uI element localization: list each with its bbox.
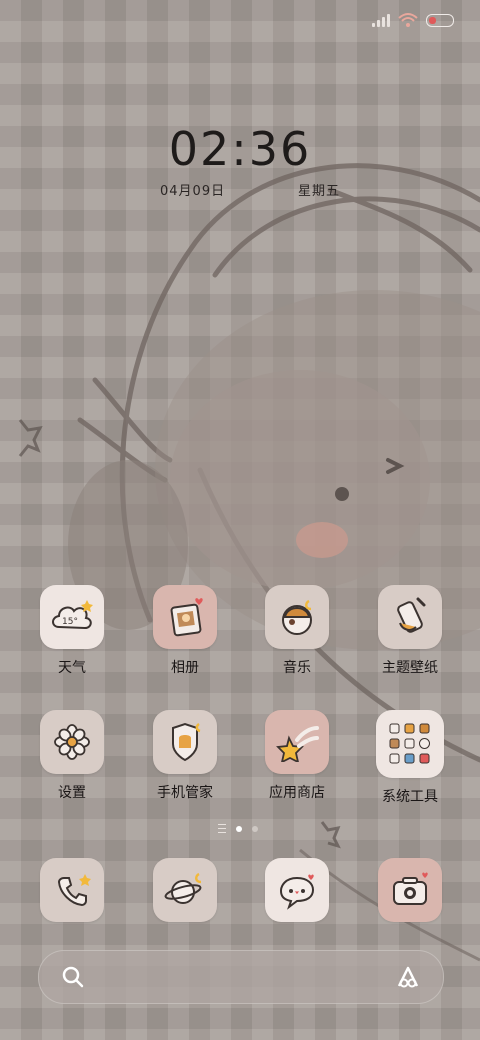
- weekday-label: 星期五: [297, 184, 340, 199]
- shooting-star-icon: [265, 710, 329, 774]
- app-label: 相册: [171, 660, 199, 676]
- assistant-icon[interactable]: [395, 964, 421, 990]
- music-icon: [265, 585, 329, 649]
- app-themes[interactable]: 主题壁纸: [355, 585, 465, 677]
- date-label: 04月09日: [160, 184, 226, 199]
- app-phone-manager[interactable]: 手机管家: [130, 710, 240, 802]
- app-label: 应用商店: [269, 785, 325, 801]
- weather-cloud-icon: 15°: [40, 585, 104, 649]
- shield-icon: [153, 710, 217, 774]
- battery-icon: [426, 13, 454, 27]
- date-row: 04月09日 星期五: [160, 180, 340, 199]
- app-system-tools[interactable]: 系统工具: [355, 710, 465, 806]
- app-settings[interactable]: 设置: [17, 710, 127, 802]
- flower-settings-icon: [40, 710, 104, 774]
- clock-time[interactable]: 02:36: [140, 122, 340, 176]
- camera-icon: [378, 858, 442, 922]
- app-label: 手机管家: [157, 785, 213, 801]
- app-label: 系统工具: [382, 789, 438, 805]
- search-bar[interactable]: [38, 950, 444, 1004]
- status-bar: [372, 8, 454, 32]
- dock-camera[interactable]: [355, 858, 465, 922]
- wifi-icon: [398, 13, 418, 27]
- app-weather[interactable]: 15° 天气: [17, 585, 127, 677]
- dock-browser[interactable]: [130, 858, 240, 922]
- planet-browser-icon: [153, 858, 217, 922]
- page-dot: [252, 825, 258, 832]
- app-store[interactable]: 应用商店: [242, 710, 352, 802]
- search-icon[interactable]: [61, 965, 85, 989]
- weather-temp: 15°: [62, 617, 78, 627]
- chat-bubble-icon: [265, 858, 329, 922]
- app-gallery[interactable]: 相册: [130, 585, 240, 677]
- paint-brush-icon: [378, 585, 442, 649]
- phone-icon: [40, 858, 104, 922]
- app-music[interactable]: 音乐: [242, 585, 352, 677]
- folder-icon: [376, 710, 444, 778]
- dock-messages[interactable]: [242, 858, 352, 922]
- page-dot-active: [236, 825, 242, 832]
- app-label: 天气: [58, 660, 86, 676]
- app-label: 设置: [58, 785, 86, 801]
- dock-phone[interactable]: [17, 858, 127, 922]
- app-label: 主题壁纸: [382, 660, 438, 676]
- app-label: 音乐: [283, 660, 311, 676]
- page-indicator[interactable]: [218, 824, 258, 833]
- menu-lines-icon: [218, 824, 226, 833]
- photo-frame-icon: [153, 585, 217, 649]
- signal-icon: [372, 13, 390, 27]
